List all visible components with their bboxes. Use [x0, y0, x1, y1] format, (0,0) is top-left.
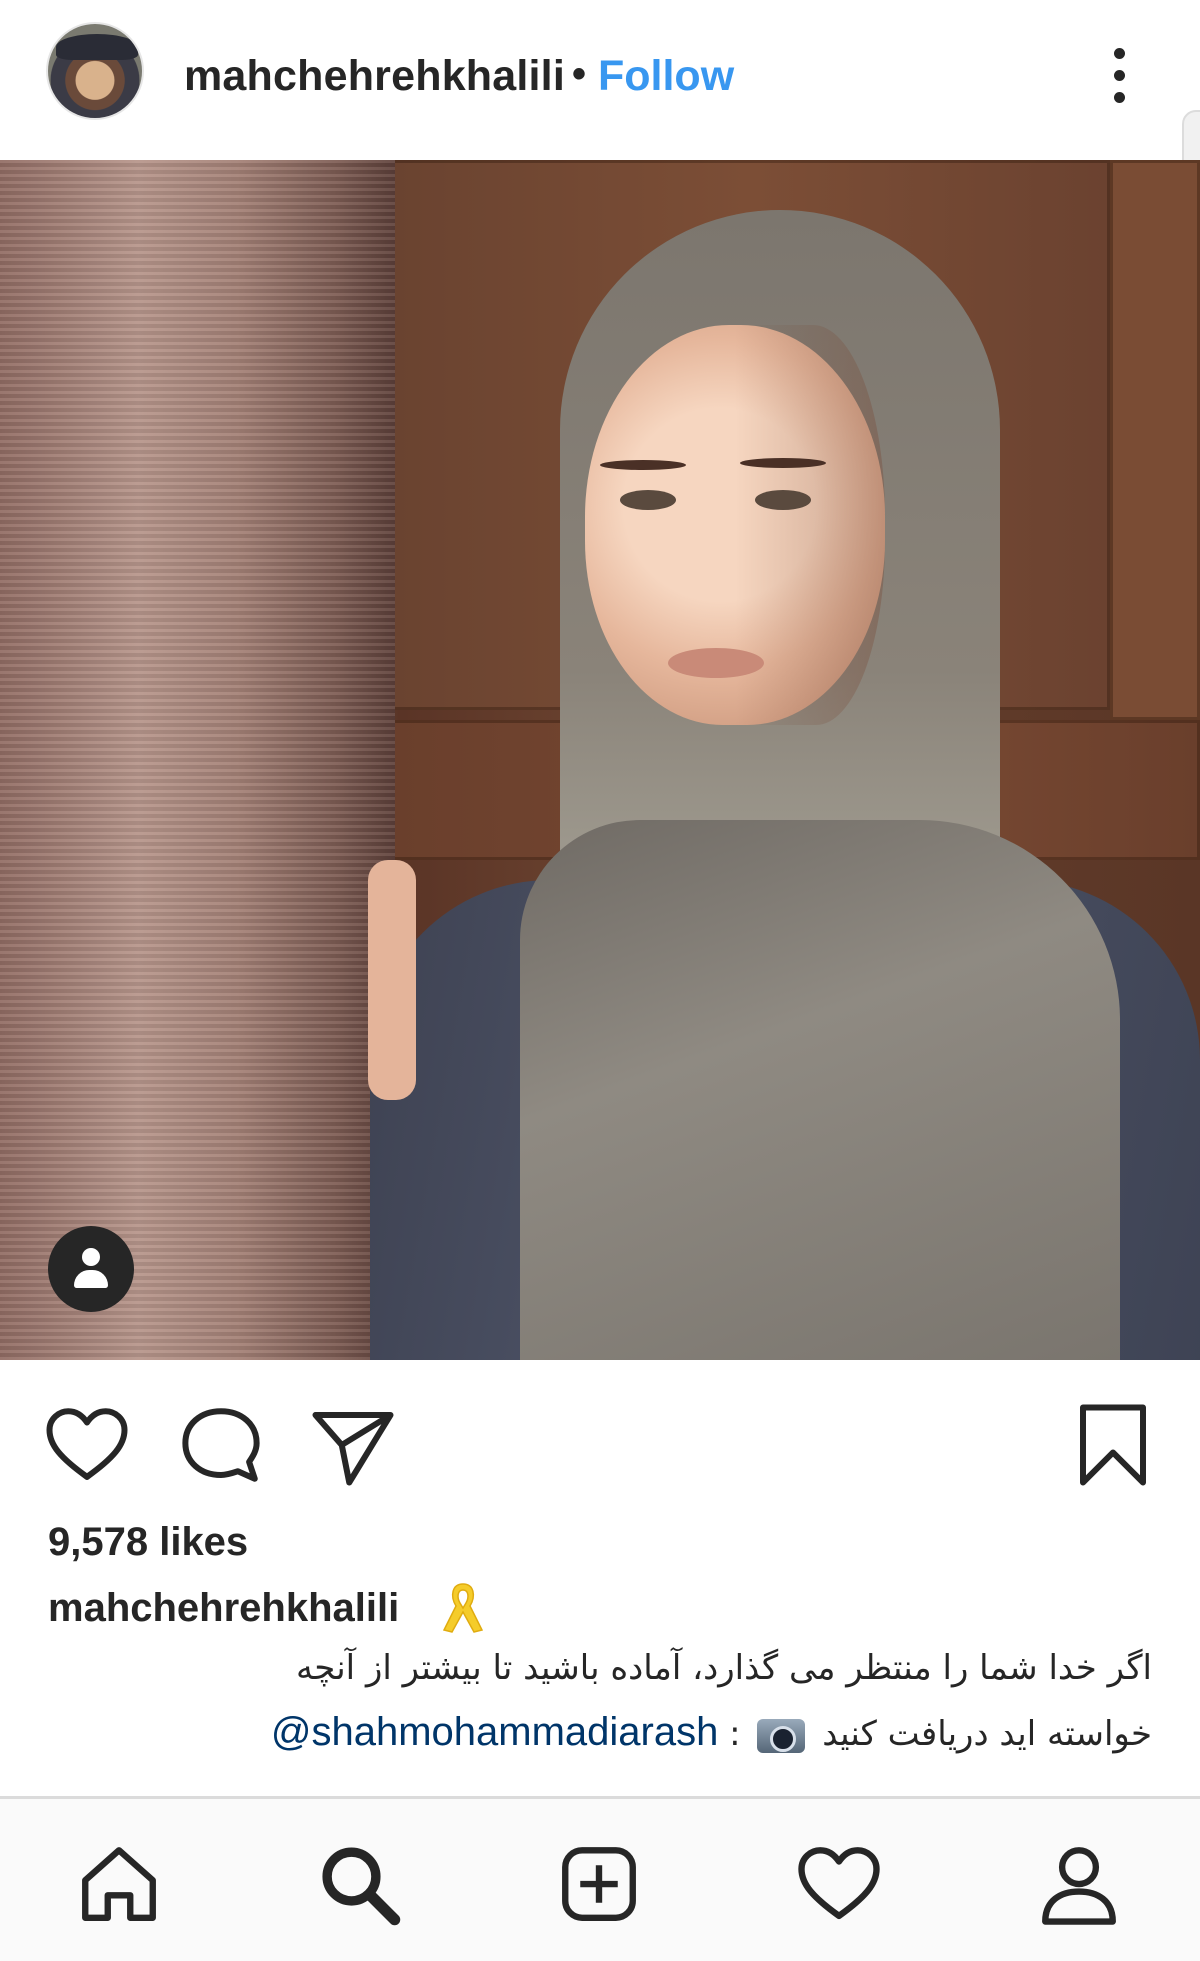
- eyebrow: [740, 458, 826, 468]
- caption-username[interactable]: mahchehrehkhalili: [48, 1586, 399, 1631]
- bottom-navigation: [0, 1796, 1200, 1961]
- caption-colon: :: [729, 1714, 741, 1754]
- profile-icon[interactable]: [1034, 1839, 1124, 1929]
- separator-dot: •: [572, 52, 587, 96]
- post-header: mahchehrehkhalili • Follow: [0, 0, 1200, 160]
- post-actions: [0, 1360, 1200, 1510]
- eyebrow: [600, 460, 686, 470]
- add-post-icon[interactable]: [554, 1839, 644, 1929]
- caption-line: خواسته اید دریافت کنید : @shahmohammadia…: [52, 1710, 1152, 1755]
- avatar[interactable]: [46, 22, 144, 120]
- camera-emoji-icon: [757, 1718, 806, 1753]
- wood-door-panel: [1110, 160, 1200, 720]
- curtain: [0, 160, 395, 1360]
- comment-icon[interactable]: [176, 1400, 266, 1490]
- heart-icon[interactable]: [42, 1400, 132, 1490]
- mention-link[interactable]: @shahmohammadiarash: [271, 1710, 718, 1754]
- lips: [668, 648, 764, 678]
- share-icon[interactable]: [308, 1400, 398, 1490]
- eye: [755, 490, 811, 510]
- caption-text: خواسته اید دریافت کنید: [822, 1714, 1152, 1754]
- follow-button[interactable]: Follow: [598, 52, 734, 101]
- bookmark-icon[interactable]: [1068, 1400, 1158, 1490]
- activity-icon[interactable]: [794, 1839, 884, 1929]
- yellow-ribbon-icon: [438, 1580, 488, 1636]
- post-photo[interactable]: [0, 160, 1200, 1360]
- likes-count[interactable]: 9,578 likes: [48, 1520, 248, 1565]
- search-icon[interactable]: [314, 1839, 404, 1929]
- home-icon[interactable]: [74, 1839, 164, 1929]
- scarf-drape: [520, 820, 1120, 1360]
- eye: [620, 490, 676, 510]
- header-username[interactable]: mahchehrehkhalili: [184, 52, 565, 101]
- hand: [368, 860, 416, 1100]
- more-options-icon[interactable]: [1100, 46, 1140, 106]
- user-tag-icon[interactable]: [48, 1226, 134, 1312]
- caption-line: اگر خدا شما را منتظر می گذارد، آماده باش…: [296, 1648, 1152, 1688]
